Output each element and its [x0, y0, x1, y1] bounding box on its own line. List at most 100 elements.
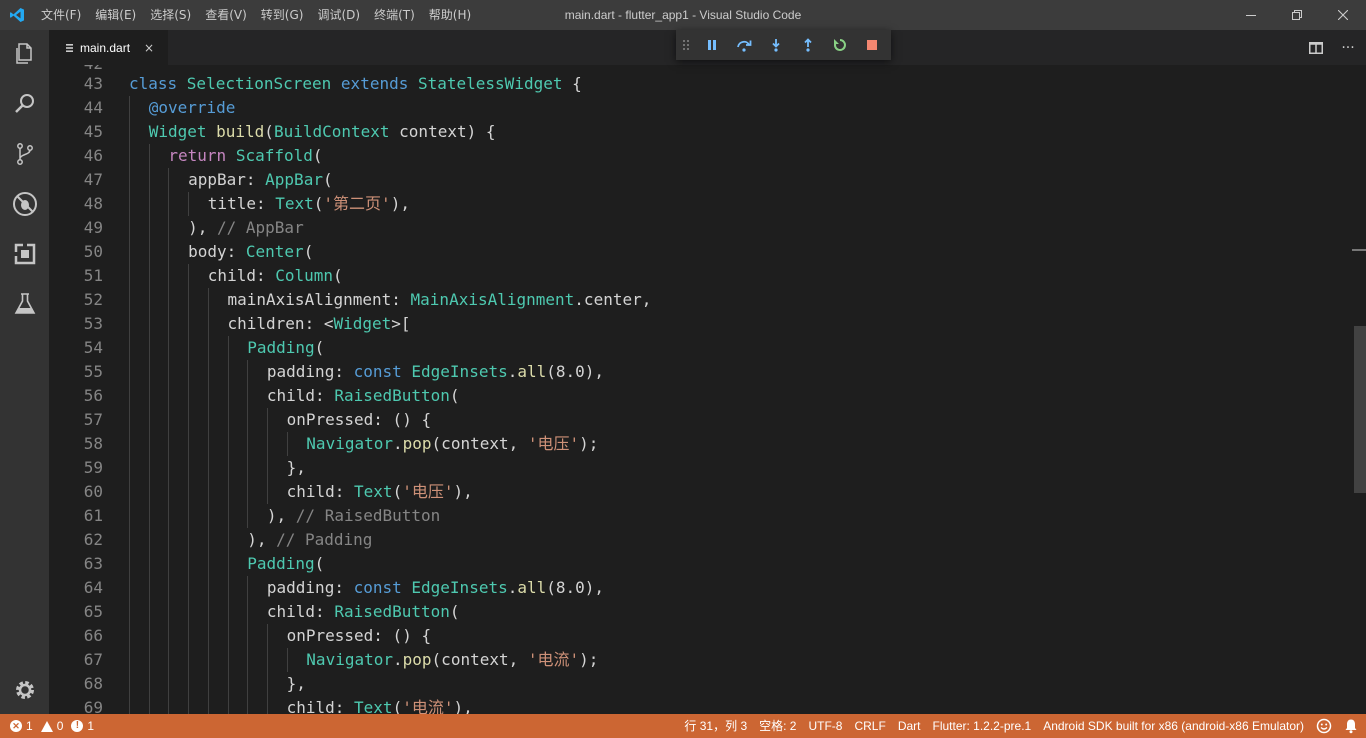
line-number: 61 [83, 506, 103, 525]
indent-guide [286, 432, 288, 456]
restore-button[interactable] [1274, 0, 1320, 30]
device-selector[interactable]: Android SDK built for x86 (android-x86 E… [1037, 714, 1310, 738]
code-text: padding: const EdgeInsets.all(8.0), [267, 576, 604, 600]
code-token: padding: [266, 362, 354, 381]
scrollbar-thumb[interactable] [1354, 326, 1366, 493]
indent-guide [129, 288, 130, 312]
indent-guide [188, 624, 190, 648]
line-number: 56 [83, 386, 103, 405]
split-editor-icon[interactable] [1300, 30, 1332, 65]
indent-guide [148, 384, 150, 408]
step-into-button[interactable] [760, 30, 792, 60]
indent-guide [207, 624, 209, 648]
explorer-icon[interactable] [0, 30, 49, 78]
indent-guide [266, 624, 268, 648]
encoding[interactable]: UTF-8 [802, 714, 848, 738]
pause-button[interactable] [696, 30, 728, 60]
indent-guide [207, 456, 209, 480]
indent-guide [129, 384, 130, 408]
drag-handle-icon[interactable] [676, 30, 696, 60]
warning-icon [40, 720, 53, 732]
problems-indicator[interactable]: ✕ 1 0 ! 1 [0, 714, 100, 738]
indent-guide [227, 480, 229, 504]
end-of-line[interactable]: CRLF [848, 714, 891, 738]
code-text: onPressed: () { [287, 408, 432, 432]
stop-button[interactable] [856, 30, 888, 60]
tab-main-dart[interactable]: main.dart × [49, 30, 168, 65]
indent-guide [129, 648, 130, 672]
menu-item[interactable]: 终端(T) [367, 0, 422, 30]
code-token: Text [275, 194, 314, 213]
indent-guide [168, 672, 170, 696]
test-flask-icon[interactable] [0, 280, 49, 328]
activity-bar [0, 30, 49, 714]
code-line: 46 return Scaffold( [49, 144, 1349, 168]
tab-close-icon[interactable]: × [144, 41, 154, 55]
code-token: StatelessWidget [417, 74, 563, 93]
notifications-bell-icon[interactable] [1338, 718, 1366, 734]
error-icon: ✕ [10, 720, 22, 732]
indent-guide [148, 432, 150, 456]
line-number: 47 [83, 170, 103, 189]
menu-item[interactable]: 文件(F) [34, 0, 88, 30]
menu-item[interactable]: 转到(G) [254, 0, 311, 30]
code-token: ( [314, 554, 325, 573]
line-number: 48 [83, 194, 103, 213]
code-line: 50 body: Center( [49, 240, 1349, 264]
code-token: child: [266, 386, 335, 405]
code-token: onPressed: () { [286, 626, 432, 645]
code-text: body: Center( [188, 240, 313, 264]
code-text: return Scaffold( [168, 144, 322, 168]
code-token: ), [453, 698, 473, 714]
line-number: 43 [83, 74, 103, 93]
menu-item[interactable]: 调试(D) [310, 0, 367, 30]
restart-button[interactable] [824, 30, 856, 60]
code-token: context) { [389, 122, 496, 141]
indent-guide [129, 96, 130, 120]
code-token: ), [453, 482, 473, 501]
code-line: 55 padding: const EdgeInsets.all(8.0), [49, 360, 1349, 384]
code-token: class [129, 74, 187, 93]
feedback-smiley-icon[interactable] [1310, 718, 1338, 734]
code-token: '第二页' [323, 194, 391, 213]
code-text: child: Text('电流'), [287, 696, 473, 714]
indent-guide [188, 552, 190, 576]
menu-item[interactable]: 查看(V) [198, 0, 254, 30]
menu-item[interactable]: 选择(S) [143, 0, 198, 30]
close-window-button[interactable] [1320, 0, 1366, 30]
code-token: extends [340, 74, 418, 93]
cursor-position[interactable]: 行 31，列 3 [678, 714, 753, 738]
editor-scrollbar[interactable] [1352, 65, 1366, 714]
language-mode[interactable]: Dart [892, 714, 927, 738]
code-token: Center [245, 242, 304, 261]
menu-item[interactable]: 帮助(H) [422, 0, 478, 30]
flutter-version[interactable]: Flutter: 1.2.2-pre.1 [926, 714, 1037, 738]
code-token: . [507, 362, 518, 381]
step-over-button[interactable] [728, 30, 760, 60]
search-icon[interactable] [0, 80, 49, 128]
indent-guide [207, 648, 209, 672]
more-actions-icon[interactable]: ··· [1336, 30, 1360, 65]
indent-guide [168, 264, 170, 288]
debug-icon[interactable] [0, 180, 49, 228]
indent-guide [227, 360, 229, 384]
settings-gear-icon[interactable] [0, 666, 49, 714]
step-out-button[interactable] [792, 30, 824, 60]
extensions-icon[interactable] [0, 230, 49, 278]
code-token: EdgeInsets [411, 362, 508, 381]
code-token: . [507, 578, 518, 597]
code-editor[interactable]: 42 43class SelectionScreen extends State… [49, 65, 1366, 714]
indentation[interactable]: 空格: 2 [753, 714, 802, 738]
code-token: '电流' [402, 698, 454, 714]
code-token: '电压' [402, 482, 454, 501]
code-token: child: [286, 698, 355, 714]
line-number: 69 [83, 698, 103, 714]
minimize-button[interactable] [1228, 0, 1274, 30]
indent-guide [168, 192, 170, 216]
source-control-icon[interactable] [0, 130, 49, 178]
code-line: 53 children: <Widget>[ [49, 312, 1349, 336]
line-number: 45 [83, 122, 103, 141]
menu-item[interactable]: 编辑(E) [88, 0, 143, 30]
code-line: 60 child: Text('电压'), [49, 480, 1349, 504]
indent-guide [227, 576, 229, 600]
